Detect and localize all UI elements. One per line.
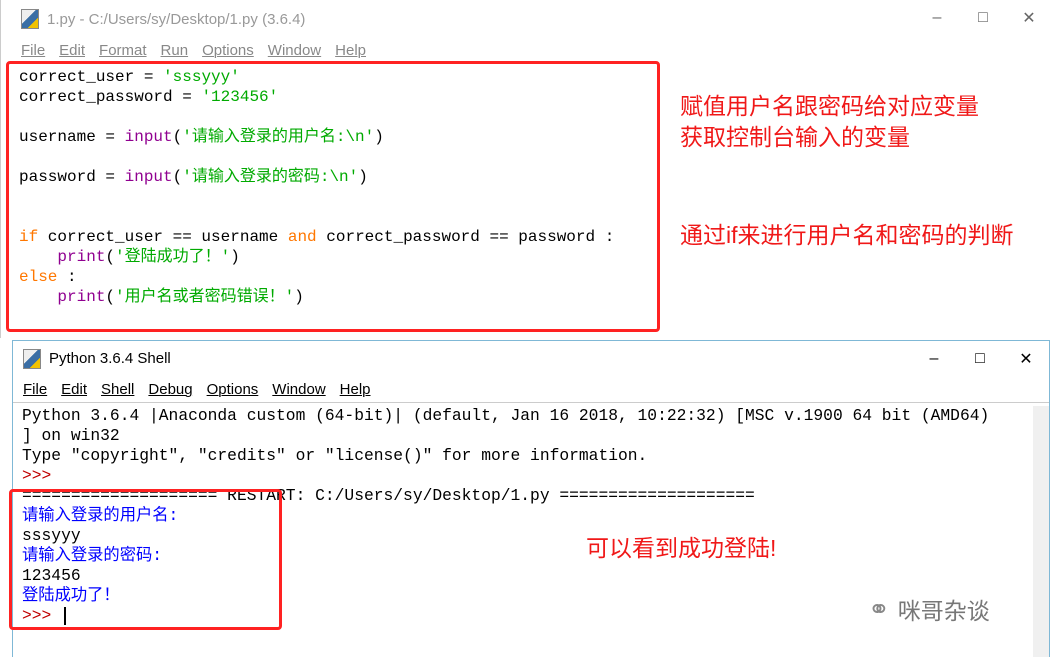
- menu-shell[interactable]: Shell: [101, 381, 134, 398]
- shell-title: Python 3.6.4 Shell: [49, 350, 171, 367]
- shell-line: Python 3.6.4 |Anaconda custom (64-bit)| …: [22, 406, 989, 426]
- annotation-success: 可以看到成功登陆!: [586, 535, 777, 561]
- idle-file-icon: [21, 9, 39, 29]
- highlight-box-output: [9, 489, 282, 630]
- shell-line: >>>: [22, 466, 989, 486]
- minimize-button[interactable]: –: [914, 0, 960, 36]
- menu-options[interactable]: Options: [207, 381, 259, 398]
- editor-titlebar: 1.py - C:/Users/sy/Desktop/1.py (3.6.4) …: [1, 0, 1052, 38]
- menu-window[interactable]: Window: [272, 381, 325, 398]
- python-shell-icon: [23, 348, 41, 369]
- menu-format[interactable]: Format: [99, 42, 147, 59]
- maximize-button[interactable]: □: [957, 341, 1003, 377]
- wechat-icon: ⚭: [868, 593, 890, 624]
- menu-window[interactable]: Window: [268, 42, 321, 59]
- watermark: ⚭ 咪哥杂谈: [868, 592, 990, 626]
- token-t: Type "copyright", "credits" or "license(…: [22, 446, 648, 465]
- highlight-box-code: [6, 61, 660, 332]
- close-button[interactable]: ✕: [1003, 341, 1049, 377]
- menu-debug[interactable]: Debug: [148, 381, 192, 398]
- menu-file[interactable]: File: [23, 381, 47, 398]
- menu-file[interactable]: File: [21, 42, 45, 59]
- shell-menubar: File Edit Shell Debug Options Window Help: [13, 376, 1049, 403]
- shell-titlebar: Python 3.6.4 Shell – □ ✕: [13, 341, 1049, 376]
- annotation-if: 通过if来进行用户名和密码的判断: [680, 222, 1014, 248]
- menu-run[interactable]: Run: [161, 42, 189, 59]
- menu-help[interactable]: Help: [335, 42, 366, 59]
- token-pr: >>>: [22, 466, 52, 485]
- token-t: Python 3.6.4 |Anaconda custom (64-bit)| …: [22, 406, 990, 425]
- minimize-button[interactable]: –: [911, 341, 957, 377]
- menu-help[interactable]: Help: [340, 381, 371, 398]
- token-t: ] on win32: [22, 426, 120, 445]
- menu-edit[interactable]: Edit: [59, 42, 85, 59]
- annotation-assign: 赋值用户名跟密码给对应变量: [680, 93, 979, 119]
- close-button[interactable]: ✕: [1006, 0, 1052, 36]
- editor-title: 1.py - C:/Users/sy/Desktop/1.py (3.6.4): [47, 10, 306, 28]
- watermark-text: 咪哥杂谈: [897, 598, 990, 624]
- maximize-button[interactable]: □: [960, 0, 1006, 36]
- annotation-input: 获取控制台输入的变量: [680, 124, 910, 150]
- shell-line: ] on win32: [22, 426, 989, 446]
- shell-line: Type "copyright", "credits" or "license(…: [22, 446, 989, 466]
- menu-edit[interactable]: Edit: [61, 381, 87, 398]
- editor-menubar: File Edit Format Run Options Window Help: [1, 38, 1052, 62]
- menu-options[interactable]: Options: [202, 42, 254, 59]
- shell-scrollbar[interactable]: [1033, 406, 1049, 657]
